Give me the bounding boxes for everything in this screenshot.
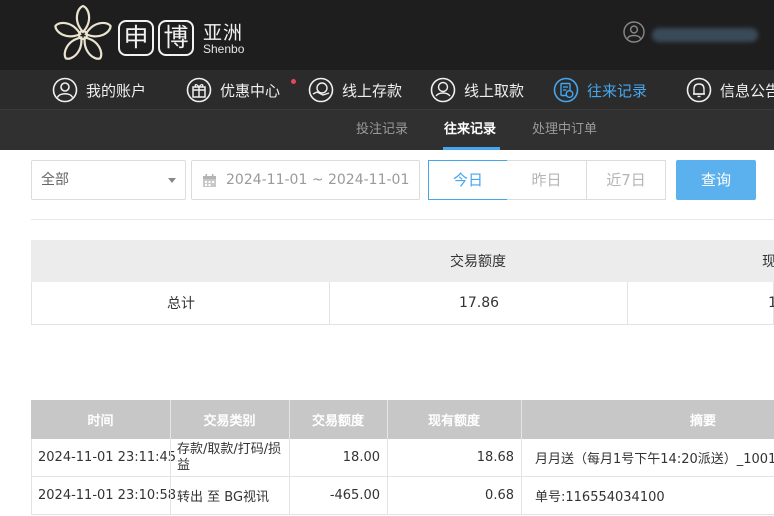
detail-header-cell: 现有额度 (427, 414, 480, 429)
type-select-value: 全部 (41, 172, 69, 188)
logo-char-box: 申 (118, 20, 154, 56)
username-redacted[interactable] (652, 28, 758, 42)
withdraw-coin-icon (430, 77, 456, 103)
bell-icon (686, 77, 712, 103)
gift-icon (186, 77, 212, 103)
query-button[interactable]: 查询 (676, 160, 756, 200)
nav-label: 线上存款 (342, 81, 403, 100)
divider (31, 219, 774, 220)
calendar-icon (203, 174, 216, 187)
nav-label: 优惠中心 (220, 81, 281, 100)
summary-cell: 18 (768, 295, 774, 311)
type-select[interactable]: 全部 (31, 160, 186, 200)
nav-item-online-deposit[interactable]: 线上存款 (308, 70, 402, 110)
tab-pending-orders[interactable]: 处理中订单 (532, 110, 597, 150)
category-cell: 转出 至 BG视讯 (177, 490, 270, 505)
nav-label: 我的账户 (86, 81, 147, 100)
date-range-input[interactable]: 2024-11-01 ~ 2024-11-01 (191, 160, 420, 200)
detail-header-cell: 交易类别 (203, 414, 256, 429)
summary-header-cell (31, 240, 329, 282)
summary-header-cell: 交易额度 (450, 254, 506, 270)
nav-item-records[interactable]: 往来记录 (553, 70, 647, 110)
user-icon (52, 77, 78, 103)
category-cell: 存款/取款/打码/损益 (177, 441, 282, 473)
caret-down-icon (168, 178, 176, 183)
summary-text-cell: 单号:116554034100 (535, 490, 665, 505)
time-cell: 2024-11-01 23:11:45 (38, 450, 177, 465)
records-icon (553, 77, 579, 103)
logo-char-box: 博 (158, 20, 194, 56)
range-7days-button[interactable]: 近7日 (586, 160, 666, 200)
time-cell: 2024-11-01 23:10:58 (38, 488, 177, 503)
summary-table-header: 交易额度 现有 (31, 240, 774, 282)
notification-dot (291, 79, 296, 84)
balance-cell: 18.68 (476, 450, 514, 465)
summary-text-cell: 月月送（每月1号下午14:20派送）_1001 (535, 452, 774, 467)
nav-label: 线上取款 (464, 81, 525, 100)
detail-header-cell: 时间 (87, 414, 114, 429)
nav-item-promotions[interactable]: 优惠中心 (186, 70, 280, 110)
date-range-value: 2024-11-01 ~ 2024-11-01 (226, 172, 410, 188)
amount-cell: -465.00 (329, 488, 380, 503)
detail-header-cell: 摘要 (689, 414, 716, 429)
tab-bet-records[interactable]: 投注记录 (356, 110, 408, 150)
table-row: 2024-11-01 23:10:58 转出 至 BG视讯 -465.00 0.… (31, 477, 774, 515)
logo-en-text: Shenbo (203, 42, 245, 56)
active-tab-underline (443, 147, 500, 150)
sub-nav: 投注记录 往来记录 处理中订单 (0, 110, 774, 150)
range-yesterday-button[interactable]: 昨日 (507, 160, 587, 200)
main-nav: 我的账户 优惠中心 线上存款 线上取款 往来记录 信息公告 (0, 70, 774, 110)
nav-item-announcements[interactable]: 信息公告 (686, 70, 774, 110)
amount-cell: 18.00 (342, 450, 380, 465)
nav-item-my-account[interactable]: 我的账户 (52, 70, 146, 110)
nav-label: 信息公告 (720, 81, 774, 100)
logo-cn-text: 亚洲 (203, 22, 244, 44)
deposit-coin-icon (308, 77, 334, 103)
summary-total-row: 总计 17.86 18 (31, 282, 774, 325)
user-circle-icon[interactable] (623, 21, 645, 43)
nav-item-online-withdraw[interactable]: 线上取款 (430, 70, 524, 110)
balance-cell: 0.68 (485, 488, 514, 503)
flower-logo-icon (54, 4, 112, 60)
range-today-button[interactable]: 今日 (428, 160, 508, 200)
nav-label: 往来记录 (587, 81, 648, 100)
top-header: 申 博 亚洲 Shenbo (0, 0, 774, 70)
detail-table-header: 时间 交易类别 交易额度 现有额度 摘要 (31, 400, 774, 439)
tab-transaction-records[interactable]: 往来记录 (444, 110, 496, 150)
summary-cell: 17.86 (458, 295, 500, 311)
summary-cell: 总计 (167, 296, 195, 312)
detail-header-cell: 交易额度 (311, 414, 364, 429)
table-row: 2024-11-01 23:11:45 存款/取款/打码/损益 18.00 18… (31, 439, 774, 477)
summary-header-cell: 现有 (762, 254, 774, 270)
